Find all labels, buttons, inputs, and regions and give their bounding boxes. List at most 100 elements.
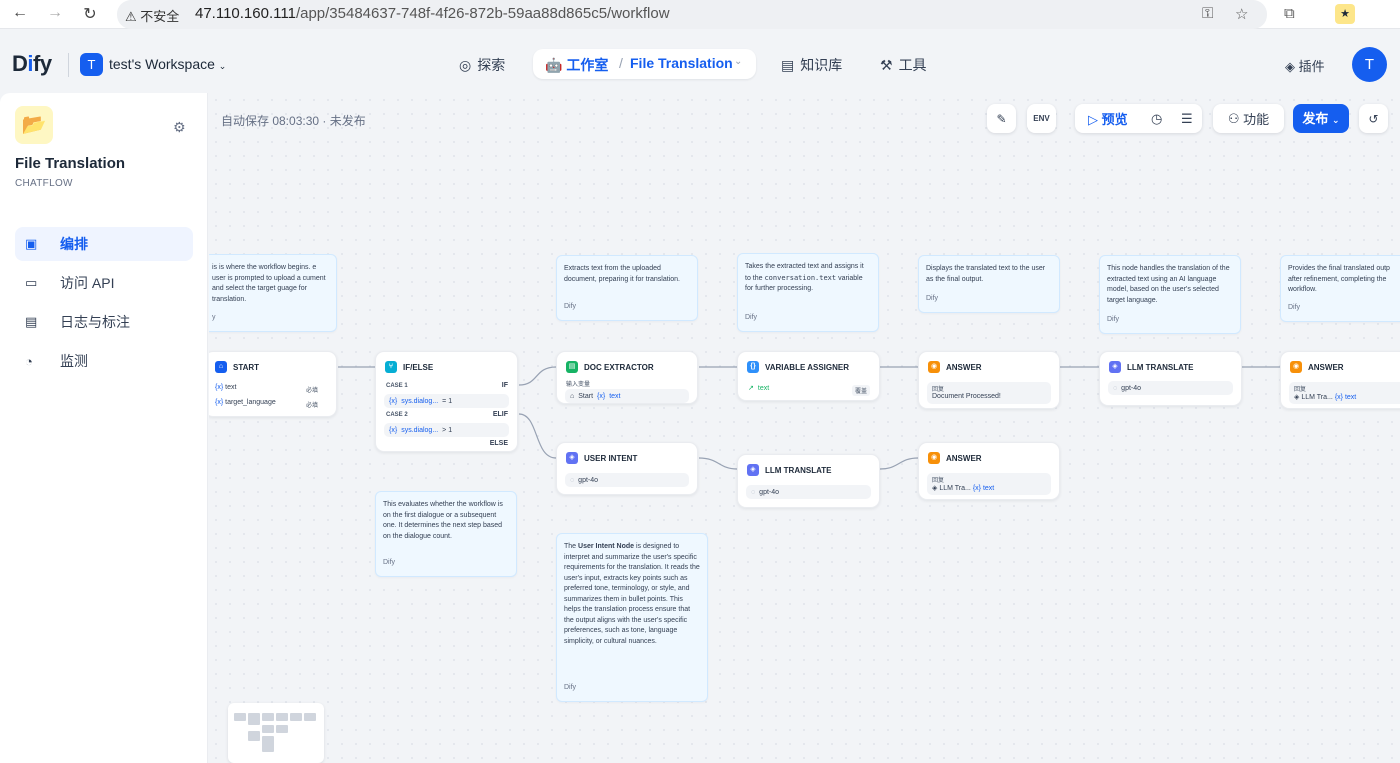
edge-intent-llm2 xyxy=(698,457,738,470)
sidebar-item-label: 监测 xyxy=(60,353,88,369)
reload-icon[interactable]: ↻ xyxy=(80,4,100,24)
node-llm-translate-2[interactable]: ◈ LLM TRANSLATE ◌ gpt-4o xyxy=(737,454,880,508)
note-author: Dify xyxy=(564,683,577,691)
answer-icon: ◉ xyxy=(928,452,940,464)
note-text: This evaluates whether the workflow is o… xyxy=(383,501,503,540)
node-title: LLM TRANSLATE xyxy=(1127,362,1194,372)
node-answer-1[interactable]: ◉ ANSWER 回复 Document Processed! xyxy=(918,351,1060,409)
node-variable-assigner[interactable]: {} VARIABLE ASSIGNER ↗ text 覆盖 xyxy=(737,351,880,401)
cond-var: sys.dialog... xyxy=(401,397,439,405)
nav-tools[interactable]: ⚒ 工具 xyxy=(880,53,927,77)
note-text: Displays the translated text to the user… xyxy=(926,265,1046,283)
password-key-icon[interactable]: ⚿ xyxy=(1202,5,1213,22)
chevron-down-icon[interactable]: ⌄ xyxy=(734,56,742,67)
note-variable-assigner[interactable]: Takes the extracted text and assigns it … xyxy=(737,253,879,332)
orchestrate-icon: ▣ xyxy=(25,236,38,251)
extensions-icon[interactable]: ⧉ xyxy=(1284,5,1295,22)
note-final[interactable]: Provides the final translated outp after… xyxy=(1280,255,1400,322)
sidebar-item-logs[interactable]: ▤ 日志与标注 xyxy=(15,305,193,339)
variable-icon: {x} xyxy=(389,426,398,434)
nav-knowledge[interactable]: ▤ 知识库 xyxy=(781,53,842,77)
node-user-intent[interactable]: ◈ USER INTENT ◌ gpt-4o xyxy=(556,442,698,495)
home-icon: ⌂ xyxy=(215,361,227,373)
answer-label: 回复 xyxy=(932,387,945,393)
app-sidebar: 📂 ⚙ File Translation CHATFLOW ▣ 编排 ▭ 访问 AP… xyxy=(0,93,208,763)
back-icon[interactable]: ← xyxy=(10,4,30,22)
cube-icon: ◈ xyxy=(1285,59,1295,74)
app-title: File Translation xyxy=(15,155,126,172)
start-var-language: {x} target_language xyxy=(215,399,276,406)
cond-op: = 1 xyxy=(442,397,453,405)
node-answer-3[interactable]: ◉ ANSWER 回复 ◈ LLM Tra... {x} text xyxy=(918,442,1060,500)
node-start[interactable]: ⌂ START {x} text 必填 {x} target_language 必… xyxy=(209,351,337,417)
dify-logo[interactable]: Dify xyxy=(12,51,52,77)
note-user-intent[interactable]: The User Intent Node is designed to inte… xyxy=(556,533,708,702)
var-name: text xyxy=(757,384,770,392)
sidebar-item-label: 访问 API xyxy=(60,275,115,291)
sidebar-item-api[interactable]: ▭ 访问 API xyxy=(15,266,193,300)
minimap[interactable] xyxy=(228,703,324,763)
note-text-part: The xyxy=(564,543,577,550)
workspace-switcher[interactable]: test's Workspace ⌄ xyxy=(109,56,226,72)
answer-content: 回复 Document Processed! xyxy=(927,382,1051,404)
node-title: START xyxy=(233,362,260,372)
forward-icon[interactable]: → xyxy=(45,4,65,22)
folder-icon: 📂 xyxy=(15,106,53,144)
document-icon: ▤ xyxy=(566,361,578,373)
note-author: Dify xyxy=(745,313,758,321)
node-doc-extractor[interactable]: ▤ DOC EXTRACTOR 输入变量 ⌂ Start {x} text xyxy=(556,351,698,404)
settings-sliders-icon[interactable]: ⚙ xyxy=(173,119,186,136)
elif-label: ELIF xyxy=(492,411,508,418)
node-llm-translate-1[interactable]: ◈ LLM TRANSLATE ◌ gpt-4o xyxy=(1099,351,1242,406)
note-author: Dify xyxy=(1107,315,1120,323)
minimap-node xyxy=(304,713,316,721)
url-text: 47.110.160.111/app/35484637-748f-4f26-87… xyxy=(195,5,670,22)
note-start[interactable]: is is where the workflow begins. e user … xyxy=(209,254,337,332)
address-bar[interactable]: ⚠ 不安全 47.110.160.111/app/35484637-748f-4… xyxy=(117,0,1267,29)
note-doc-extractor[interactable]: Extracts text from the uploaded document… xyxy=(556,255,698,321)
sidebar-item-orchestrate[interactable]: ▣ 编排 xyxy=(15,227,193,261)
bookmark-star-icon[interactable]: ☆ xyxy=(1235,5,1248,23)
workspace-avatar[interactable]: T xyxy=(80,53,103,76)
node-answer-2[interactable]: ◉ ANSWER 回复 ◈ LLM Tra... {x} text xyxy=(1280,351,1400,409)
answer-label: 回复 xyxy=(932,478,945,484)
variable-icon: {x} xyxy=(1334,394,1343,401)
model-row: ◌ gpt-4o xyxy=(565,473,689,487)
note-code: conversation.text xyxy=(764,273,837,282)
answer-text: Document Processed! xyxy=(932,393,1001,400)
var-name: text xyxy=(225,384,237,391)
variable-icon: {x} xyxy=(215,399,224,406)
node-ifelse[interactable]: ⑂ IF/ELSE CASE 1 IF {x} sys.dialog... = 1 C… xyxy=(375,351,518,452)
model-icon: ◌ xyxy=(570,476,575,484)
workflow-canvas[interactable]: 自动保存 08:03:30 · 未发布 ✎ ENV ▷ 预览 ◷ ☰ ⚇ 功能 … xyxy=(209,93,1400,763)
node-title: IF/ELSE xyxy=(403,362,434,372)
nav-explore-label: 探索 xyxy=(477,57,506,73)
profile-extension-icon[interactable]: ★ xyxy=(1335,4,1355,24)
note-answer[interactable]: Displays the translated text to the user… xyxy=(918,255,1060,313)
security-label: 不安全 xyxy=(140,9,180,24)
nav-studio[interactable]: 🤖 工作室 / File Translation ⌄ xyxy=(533,49,756,79)
security-warning[interactable]: ⚠ 不安全 xyxy=(125,6,179,25)
note-text: Extracts text from the uploaded document… xyxy=(564,265,680,283)
logs-icon: ▤ xyxy=(25,314,38,329)
note-llm[interactable]: This node handles the translation of the… xyxy=(1099,255,1241,334)
case-label: CASE 2 xyxy=(386,412,408,418)
condition-row: {x} sys.dialog... = 1 xyxy=(384,394,509,408)
node-title: USER INTENT xyxy=(584,453,638,463)
user-avatar[interactable]: T xyxy=(1352,47,1387,82)
minimap-node xyxy=(262,736,274,752)
node-title: ANSWER xyxy=(1308,362,1344,372)
plugins-button[interactable]: ◈ 插件 xyxy=(1285,56,1325,75)
sidebar-item-monitor[interactable]: ◔ 监测 xyxy=(15,344,193,378)
nav-explore[interactable]: ◎ 探索 xyxy=(459,53,505,77)
var-name: text xyxy=(982,485,995,492)
api-icon: ▭ xyxy=(25,275,38,290)
note-ifelse[interactable]: This evaluates whether the workflow is o… xyxy=(375,491,517,577)
current-app-switcher[interactable]: File Translation xyxy=(630,55,733,71)
nav-studio-label[interactable]: 🤖 工作室 xyxy=(545,55,608,75)
llm-icon: ◈ xyxy=(1109,361,1121,373)
minimap-node xyxy=(276,713,288,721)
answer-content: 回复 ◈ LLM Tra... {x} text xyxy=(1289,382,1400,404)
sidebar-item-label: 编排 xyxy=(60,236,88,252)
answer-icon: ◉ xyxy=(1290,361,1302,373)
